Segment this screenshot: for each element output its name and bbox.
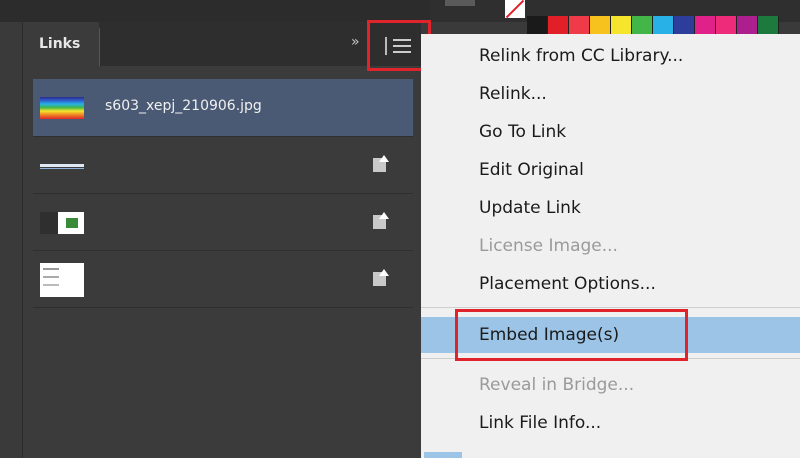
tab-divider xyxy=(99,28,100,66)
image-thumbnail xyxy=(40,263,84,297)
list-item[interactable] xyxy=(33,137,413,194)
modified-link-icon[interactable] xyxy=(373,155,389,173)
list-item[interactable] xyxy=(33,194,413,251)
color-swatch[interactable] xyxy=(569,16,590,34)
image-thumbnail xyxy=(40,212,84,234)
menu-item-update-link[interactable]: Update Link xyxy=(421,190,800,226)
menu-item-relink[interactable]: Relink... xyxy=(421,76,800,112)
list-item[interactable] xyxy=(33,251,413,308)
links-context-menu: Relink from CC Library... Relink... Go T… xyxy=(421,34,800,458)
image-thumbnail xyxy=(40,97,84,119)
menu-item-go-to-link[interactable]: Go To Link xyxy=(421,114,800,150)
modified-link-icon[interactable] xyxy=(373,269,389,287)
image-thumbnail xyxy=(40,155,84,177)
menu-divider xyxy=(421,307,800,308)
menu-item-reveal-in-bridge: Reveal in Bridge... xyxy=(479,375,635,395)
annotation-box-embed xyxy=(455,309,688,361)
links-panel: Links » s603_xepj_210906.jpg xyxy=(22,22,421,458)
menu-scroll-accent xyxy=(424,452,462,458)
panel-dock-header xyxy=(0,0,430,22)
color-swatch[interactable] xyxy=(737,16,758,34)
tool-handle[interactable] xyxy=(445,0,475,6)
links-list: s603_xepj_210906.jpg xyxy=(33,79,413,308)
menu-item-placement-options[interactable]: Placement Options... xyxy=(421,266,800,302)
menu-item-edit-original[interactable]: Edit Original xyxy=(421,152,800,188)
menu-item-relink-cc[interactable]: Relink from CC Library... xyxy=(421,38,800,74)
none-swatch[interactable] xyxy=(505,0,525,18)
menu-item-link-file-info[interactable]: Link File Info... xyxy=(421,405,800,441)
color-swatch[interactable] xyxy=(590,16,611,34)
color-swatch[interactable] xyxy=(653,16,674,34)
swatch-strip xyxy=(527,16,779,34)
color-swatch[interactable] xyxy=(695,16,716,34)
list-item[interactable]: s603_xepj_210906.jpg xyxy=(33,79,413,137)
color-swatch[interactable] xyxy=(674,16,695,34)
color-swatch[interactable] xyxy=(548,16,569,34)
modified-link-icon[interactable] xyxy=(373,212,389,230)
panel-tab-bar: Links » xyxy=(23,22,421,66)
tab-links[interactable]: Links xyxy=(23,22,99,66)
collapse-panel-icon[interactable]: » xyxy=(351,34,359,50)
color-swatch[interactable] xyxy=(758,16,779,34)
menu-item-license-image: License Image... xyxy=(479,236,618,256)
color-swatch[interactable] xyxy=(716,16,737,34)
color-swatch[interactable] xyxy=(527,16,548,34)
color-swatch[interactable] xyxy=(611,16,632,34)
link-file-name: s603_xepj_210906.jpg xyxy=(105,98,262,114)
color-swatch[interactable] xyxy=(632,16,653,34)
